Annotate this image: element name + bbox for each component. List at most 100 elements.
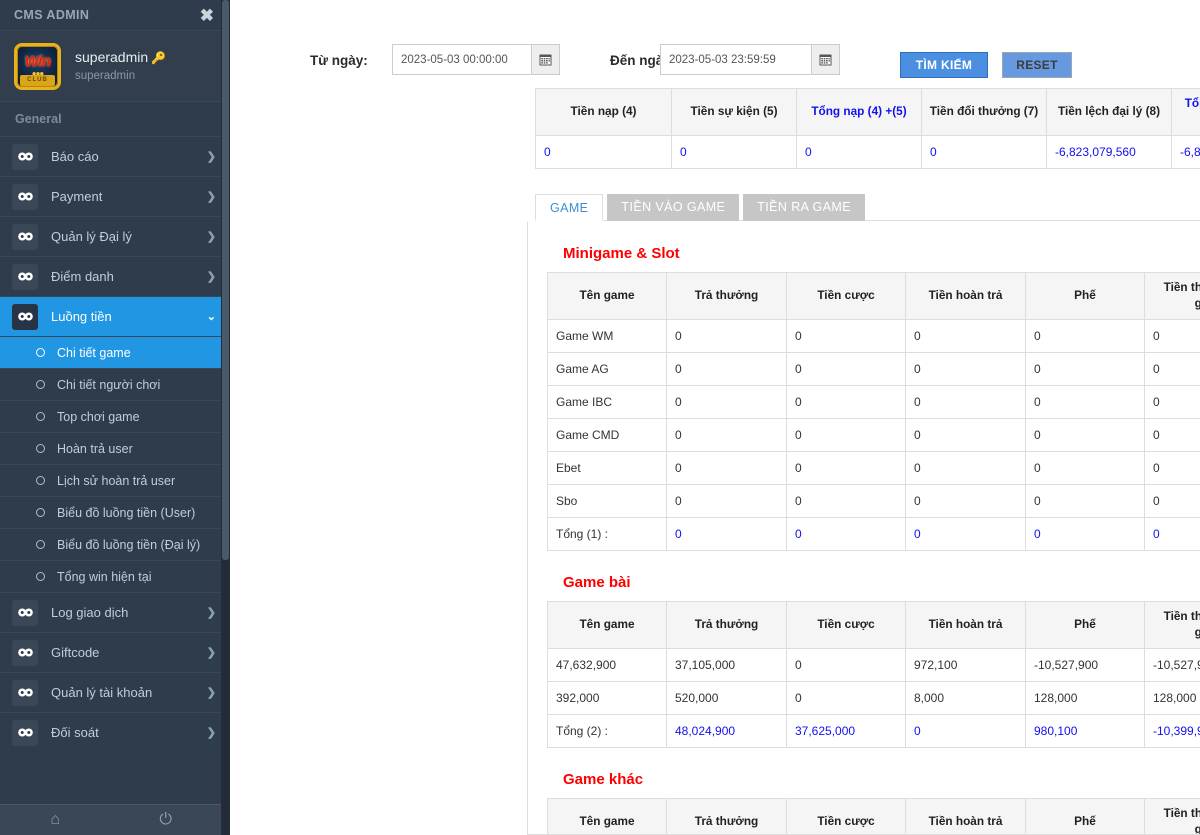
avatar: Win ●●● CLUB [14, 42, 61, 90]
game-bai-table: Tên game Trả thưởng Tiền cược Tiền hoàn … [547, 600, 1200, 748]
cell: 0 [1025, 384, 1145, 419]
col-tra-thuong: Trả thưởng [666, 272, 787, 320]
cell: 128,000 [1025, 680, 1145, 715]
table-row: Ebet 0 0 0 0 0 0 [547, 450, 1200, 485]
sidebar-item-payment[interactable]: Payment ❯ [0, 176, 230, 216]
sidebar-item-bao-cao[interactable]: Báo cáo ❯ [0, 136, 230, 176]
col-phe: Phế [1025, 797, 1145, 834]
cell: -10,527,900 [1144, 647, 1200, 682]
summary-col-tien-nap: Tiền nạp (4) [535, 88, 672, 136]
cell: 0 [1025, 516, 1145, 551]
sidebar-item-label: Điểm danh [51, 269, 114, 284]
link-icon [12, 183, 38, 210]
sidebar-item-diem-danh[interactable]: Điểm danh ❯ [0, 256, 230, 296]
sidebar-subitem-bieu-do-luong-tien-dai-ly[interactable]: Biểu đồ luồng tiền (Đại lý) [0, 528, 230, 560]
chevron-down-icon: ⌄ [206, 311, 216, 323]
sidebar-subitem-chi-tiet-game[interactable]: Chi tiết game [0, 336, 230, 368]
summary-cell: 0 [921, 135, 1047, 169]
sidebar-scrollbar-thumb[interactable] [222, 0, 229, 560]
chevron-right-icon: ❯ [206, 647, 216, 659]
tab-tien-ra-game[interactable]: TIỀN RA GAME [743, 194, 865, 221]
user-role: superadmin [75, 69, 136, 82]
calendar-icon[interactable] [811, 45, 839, 74]
cell-game-name: Game IBC [547, 384, 667, 419]
sidebar-item-label: Đối soát [51, 725, 99, 740]
sidebar-user-panel[interactable]: Win ●●● CLUB superadmin 🔑 superadmin [0, 30, 230, 101]
close-icon[interactable]: ✖ [200, 7, 214, 24]
table-row: Sbo 0 0 0 0 0 0 [547, 483, 1200, 518]
sidebar-item-log-giao-dich[interactable]: Log giao dịch ❯ [0, 592, 230, 632]
radio-circle-icon [36, 508, 45, 517]
table-total-row: Tổng (2) : 48,024,900 37,625,000 0 980,1… [547, 713, 1200, 748]
sidebar-scrollbar[interactable] [221, 0, 230, 835]
user-names: superadmin 🔑 superadmin [75, 49, 166, 83]
cell: 0 [1025, 483, 1145, 518]
sidebar-item-quan-ly-tai-khoan[interactable]: Quản lý tài khoản ❯ [0, 672, 230, 712]
summary-col-tong-doi-thuong: Tổng đổi thưởng (8) - (7) [1171, 88, 1200, 136]
sidebar-subitem-top-choi-game[interactable]: Top chơi game [0, 400, 230, 432]
power-icon[interactable]: ⏻ [111, 812, 222, 828]
cell: 0 [1025, 417, 1145, 452]
col-tra-thuong: Trả thưởng [666, 600, 787, 649]
sidebar: CMS ADMIN ✖ Win ●●● CLUB superadmin 🔑 sup… [0, 0, 230, 835]
sidebar-item-label: Quản lý tài khoản [51, 685, 153, 700]
home-icon[interactable]: ⌂ [0, 812, 111, 828]
cell: 0 [786, 516, 906, 551]
cell: 0 [786, 351, 906, 386]
sidebar-subitem-label: Hoàn trả user [57, 441, 133, 456]
cell: 0 [905, 351, 1026, 386]
sidebar-subitem-lich-su-hoan-tra-user[interactable]: Lịch sử hoàn trả user [0, 464, 230, 496]
table-row: 392,000 520,000 0 8,000 128,000 128,000 [547, 680, 1200, 715]
to-date-input[interactable] [661, 45, 811, 74]
calendar-icon[interactable] [531, 45, 559, 74]
to-date-box[interactable] [660, 44, 840, 75]
col-phe: Phế [1025, 600, 1145, 649]
from-date-box[interactable] [392, 44, 560, 75]
cell: 0 [905, 384, 1026, 419]
sidebar-subitem-chi-tiet-nguoi-choi[interactable]: Chi tiết người chơi [0, 368, 230, 400]
cell: 0 [1144, 450, 1200, 485]
sidebar-subitem-tong-win-hien-tai[interactable]: Tổng win hiện tại [0, 560, 230, 592]
cell: 0 [1144, 483, 1200, 518]
cell: 0 [1144, 516, 1200, 551]
cell: 0 [786, 680, 906, 715]
sidebar-subitem-label: Chi tiết game [57, 345, 131, 360]
summary-cell: -6,823,079,560 [1046, 135, 1172, 169]
cell: 980,100 [1025, 713, 1145, 748]
cell: 0 [786, 417, 906, 452]
chevron-right-icon: ❯ [206, 191, 216, 203]
sidebar-footer: ⌂ ⏻ [0, 804, 221, 835]
table-total-row: Tổng (1) : 0 0 0 0 0 0 [547, 516, 1200, 551]
cell: 0 [666, 384, 787, 419]
radio-circle-icon [36, 540, 45, 549]
cell: 8,000 [905, 680, 1026, 715]
tab-tien-vao-game[interactable]: TIỀN VÀO GAME [607, 194, 740, 221]
summary-col-tong-nap: Tổng nạp (4) +(5) [796, 88, 922, 136]
from-date-input[interactable] [393, 45, 531, 74]
sidebar-item-giftcode[interactable]: Giftcode ❯ [0, 632, 230, 672]
search-button[interactable]: TÌM KIẾM [900, 52, 988, 78]
table-header-row: Tên game Trả thưởng Tiền cược Tiền hoàn … [547, 600, 1200, 649]
avatar-club-text: CLUB [20, 74, 55, 86]
link-icon [12, 223, 38, 250]
col-ten-game: Tên game [547, 797, 667, 834]
reset-button[interactable]: RESET [1002, 52, 1072, 78]
tab-game[interactable]: GAME [535, 194, 604, 221]
cell: 0 [905, 417, 1026, 452]
sidebar-subitem-bieu-do-luong-tien-user[interactable]: Biểu đồ luồng tiền (User) [0, 496, 230, 528]
sidebar-section-general: General [0, 101, 230, 136]
cell-game-name: Game WM [547, 318, 667, 353]
cell-game-name: Game CMD [547, 417, 667, 452]
game-detail-panel: Minigame & Slot Tên game Trả thưởng Tiền… [527, 222, 1200, 835]
col-tien-thang-trong-game: Tiền thắng trong game [1144, 272, 1200, 320]
summary-col-tien-su-kien: Tiền sự kiện (5) [671, 88, 797, 136]
from-date-label: Từ ngày: [310, 53, 368, 68]
sidebar-item-quan-ly-dai-ly[interactable]: Quản lý Đại lý ❯ [0, 216, 230, 256]
sidebar-subitem-hoan-tra-user[interactable]: Hoàn trả user [0, 432, 230, 464]
cell: 0 [905, 713, 1026, 748]
cell: 0 [666, 417, 787, 452]
summary-header-row: Tiền nạp (4) Tiền sự kiện (5) Tổng nạp (… [535, 88, 1200, 136]
sidebar-item-doi-soat[interactable]: Đối soát ❯ [0, 712, 230, 752]
sidebar-subitem-label: Tổng win hiện tại [57, 569, 152, 584]
sidebar-item-luong-tien[interactable]: Luồng tiền ⌄ [0, 296, 230, 336]
